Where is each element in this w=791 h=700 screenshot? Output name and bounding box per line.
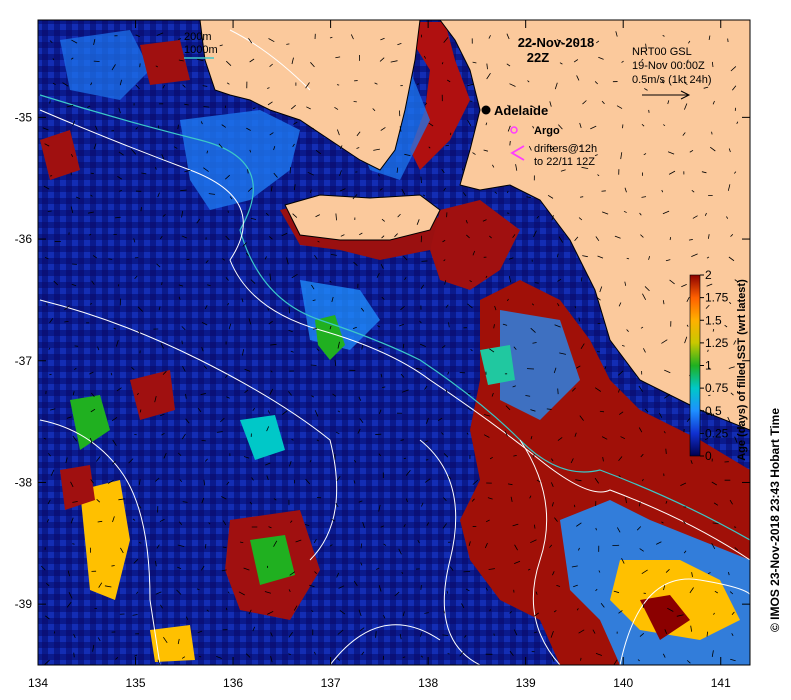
city-name: Adelaide bbox=[494, 103, 548, 118]
current-vector bbox=[733, 526, 737, 528]
lon-tick-label: 141 bbox=[711, 676, 731, 690]
current-vector bbox=[403, 457, 407, 460]
current-product: NRT00 GSL bbox=[632, 46, 692, 58]
colorbar-tick-label: 1.75 bbox=[705, 291, 729, 305]
depth-legend-1000m: 1000m bbox=[184, 44, 218, 56]
kangaroo-island bbox=[284, 194, 441, 241]
colorbar-tick-label: 1.25 bbox=[705, 336, 729, 350]
current-vector bbox=[204, 544, 207, 549]
credit: © IMOS 23-Nov-2018 23:43 Hobart Time bbox=[768, 408, 782, 632]
current-vector bbox=[420, 585, 422, 590]
current-valid-time: 19-Nov 00:00Z bbox=[632, 60, 705, 72]
drifters-line2: to 22/11 12Z bbox=[534, 156, 595, 168]
current-vector bbox=[534, 282, 539, 284]
lat-tick-label: -36 bbox=[15, 232, 33, 246]
colorbar-gradient bbox=[689, 274, 701, 457]
lon-tick-label: 136 bbox=[223, 676, 243, 690]
current-scale: 0.5m/s (1kt 24h) bbox=[632, 74, 711, 86]
colorbar-title: Age (days) of filled SST (wrt latest) bbox=[736, 279, 748, 461]
colorbar-tick-label: 2 bbox=[705, 268, 712, 282]
colorbar-tick-label: 0.5 bbox=[705, 404, 722, 418]
current-vector bbox=[286, 43, 290, 45]
lat-tick-label: -37 bbox=[15, 354, 33, 368]
depth-legend-200m: 200m bbox=[184, 31, 212, 43]
map-date: 22-Nov-2018 bbox=[518, 35, 595, 50]
lon-tick-label: 139 bbox=[516, 676, 536, 690]
lat-tick-label: -39 bbox=[15, 597, 33, 611]
current-vector bbox=[108, 258, 113, 260]
current-vector bbox=[72, 543, 75, 545]
current-vector bbox=[181, 340, 183, 345]
argo-label: Argo bbox=[534, 125, 560, 137]
lon-tick-label: 137 bbox=[321, 676, 341, 690]
current-vector bbox=[711, 131, 713, 135]
current-vector bbox=[546, 408, 552, 410]
lon-tick-label: 140 bbox=[613, 676, 633, 690]
lat-tick-label: -38 bbox=[15, 475, 33, 489]
current-vector bbox=[599, 410, 605, 413]
lat-tick-label: -35 bbox=[15, 110, 33, 124]
current-vector bbox=[416, 83, 420, 85]
current-vector bbox=[493, 633, 495, 636]
current-vector bbox=[509, 140, 511, 146]
lon-tick-label: 135 bbox=[126, 676, 146, 690]
sst-age-map: 134 135 136 137 138 139 140 141-35-36-37-38-39 … bbox=[15, 19, 782, 690]
colorbar-tick-label: 0 bbox=[705, 449, 712, 463]
plot-area bbox=[38, 20, 750, 665]
drifters-line1: drifters@12h bbox=[534, 143, 597, 155]
city-dot-icon bbox=[481, 105, 491, 115]
current-vector bbox=[336, 84, 340, 86]
lon-tick-label: 138 bbox=[418, 676, 438, 690]
colorbar-tick-label: 0.75 bbox=[705, 381, 729, 395]
current-vector bbox=[443, 610, 445, 614]
current-vector bbox=[140, 207, 142, 212]
colorbar-tick-label: 0.25 bbox=[705, 426, 729, 440]
colorbar-tick-label: 1 bbox=[705, 359, 712, 373]
current-vector bbox=[111, 565, 115, 567]
lon-tick-label: 134 bbox=[28, 676, 48, 690]
colorbar-tick-label: 1.5 bbox=[705, 313, 722, 327]
map-time: 22Z bbox=[527, 50, 549, 65]
current-vector bbox=[463, 571, 471, 573]
